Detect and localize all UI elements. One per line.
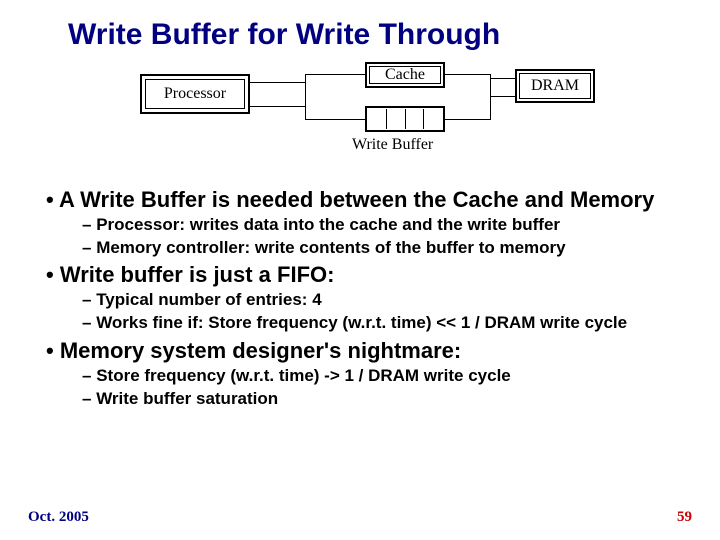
bullet-3-sub-2: Write buffer saturation	[38, 389, 682, 410]
bullet-2: Write buffer is just a FIFO:	[38, 262, 682, 288]
bullet-1-sub-1: Processor: writes data into the cache an…	[38, 215, 682, 236]
fifo-cell	[406, 109, 425, 129]
write-buffer-box	[365, 106, 445, 132]
connector	[305, 74, 306, 120]
connector	[490, 74, 491, 120]
dram-box: DRAM	[515, 69, 595, 103]
connector	[445, 119, 490, 120]
diagram: Processor Cache DRAM Write Buffer	[90, 62, 630, 177]
processor-label: Processor	[164, 85, 226, 103]
connector	[305, 74, 365, 75]
fifo-cell	[387, 109, 406, 129]
bullet-2-sub-1: Typical number of entries: 4	[38, 290, 682, 311]
page-number: 59	[677, 509, 692, 526]
fifo-cell	[424, 109, 442, 129]
connector	[250, 106, 305, 107]
footer: Oct. 2005 59	[28, 509, 692, 526]
fifo-cell	[368, 109, 387, 129]
connector	[250, 82, 305, 83]
slide-title: Write Buffer for Write Through	[68, 18, 692, 52]
connector	[490, 96, 515, 97]
footer-date: Oct. 2005	[28, 509, 89, 526]
connector	[490, 78, 515, 79]
connector	[445, 74, 490, 75]
write-buffer-label: Write Buffer	[352, 136, 433, 154]
bullet-1-sub-2: Memory controller: write contents of the…	[38, 238, 682, 259]
bullet-3: Memory system designer's nightmare:	[38, 338, 682, 364]
cache-label: Cache	[385, 66, 425, 84]
content-area: A Write Buffer is needed between the Cac…	[28, 187, 692, 409]
processor-box: Processor	[140, 74, 250, 114]
connector	[305, 119, 365, 120]
cache-box: Cache	[365, 62, 445, 88]
bullet-2-sub-2: Works fine if: Store frequency (w.r.t. t…	[38, 313, 682, 334]
bullet-3-sub-1: Store frequency (w.r.t. time) -> 1 / DRA…	[38, 366, 682, 387]
bullet-1: A Write Buffer is needed between the Cac…	[38, 187, 682, 213]
dram-label: DRAM	[531, 77, 579, 95]
